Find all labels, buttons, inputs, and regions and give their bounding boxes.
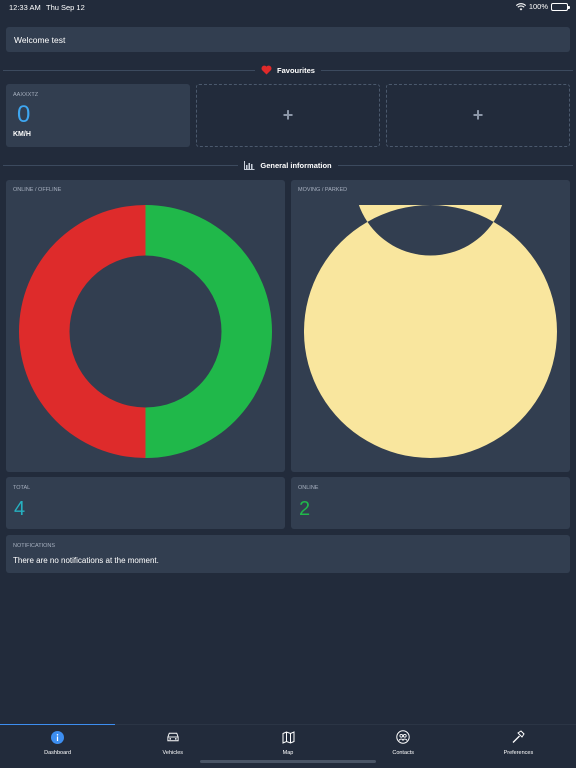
- favourites-divider: Favourites: [3, 64, 573, 76]
- total-stat-card: TOTAL 4: [6, 477, 285, 529]
- tab-label: Dashboard: [44, 750, 72, 756]
- stat-title: TOTAL: [13, 485, 31, 491]
- vehicle-name: AAXXXTZ: [13, 92, 39, 98]
- tab-label: Vehicles: [162, 750, 184, 756]
- hammer-icon: [511, 730, 526, 744]
- status-time: 12:33 AM: [9, 3, 41, 12]
- tab-label: Map: [282, 750, 294, 756]
- welcome-banner: Welcome test: [6, 27, 570, 52]
- donut-slice-1[interactable]: [19, 205, 146, 458]
- chart-title: MOVING / PARKED: [298, 187, 348, 193]
- wifi-icon: [515, 2, 526, 10]
- tab-label: Preferences: [503, 750, 534, 756]
- notifications-title: NOTIFICATIONS: [13, 543, 56, 549]
- donut-slice-0[interactable]: [304, 205, 557, 458]
- favourites-heading: Favourites: [277, 65, 315, 75]
- moving-parked-chart-card: MOVING / PARKED: [291, 180, 570, 472]
- general-info-divider: General information: [3, 159, 574, 171]
- bar-chart-icon: [244, 160, 255, 170]
- speed-unit: KM/H: [13, 131, 31, 138]
- total-count: 4: [14, 498, 26, 520]
- stat-title: ONLINE: [298, 485, 319, 491]
- notifications-card: NOTIFICATIONS There are no notifications…: [6, 535, 570, 573]
- general-info-heading: General information: [260, 160, 332, 170]
- moving-parked-donut-chart: [304, 205, 557, 458]
- heart-icon: [261, 65, 272, 75]
- plus-icon: +: [472, 105, 484, 125]
- battery-icon: [551, 2, 570, 11]
- plus-icon: +: [282, 105, 294, 125]
- online-offline-donut-chart: [19, 205, 272, 458]
- map-icon: [281, 730, 295, 744]
- online-count: 2: [299, 498, 311, 520]
- tab-preferences[interactable]: Preferences: [461, 725, 576, 768]
- vehicle-speed: 0: [17, 101, 31, 128]
- donut-slice-0[interactable]: [145, 205, 273, 458]
- status-date: Thu Sep 12: [46, 3, 85, 12]
- online-offline-chart-card: ONLINE / OFFLINE: [6, 180, 285, 472]
- favourite-vehicle-card[interactable]: AAXXXTZ 0 KM/H: [6, 84, 190, 147]
- add-favourite-button[interactable]: +: [196, 84, 380, 147]
- chart-title: ONLINE / OFFLINE: [13, 187, 62, 193]
- home-indicator: [200, 760, 376, 763]
- add-favourite-button[interactable]: +: [386, 84, 570, 147]
- online-stat-card: ONLINE 2: [291, 477, 570, 529]
- car-icon: [166, 730, 180, 744]
- tab-label: Contacts: [392, 750, 415, 756]
- contacts-icon: [396, 730, 410, 744]
- status-right: 100%: [515, 2, 570, 11]
- notifications-text: There are no notifications at the moment…: [13, 556, 159, 565]
- info-icon: [51, 730, 65, 744]
- status-bar: 12:33 AM Thu Sep 12 100%: [0, 0, 576, 14]
- battery-percent: 100%: [528, 2, 548, 11]
- tab-dashboard[interactable]: Dashboard: [0, 724, 116, 768]
